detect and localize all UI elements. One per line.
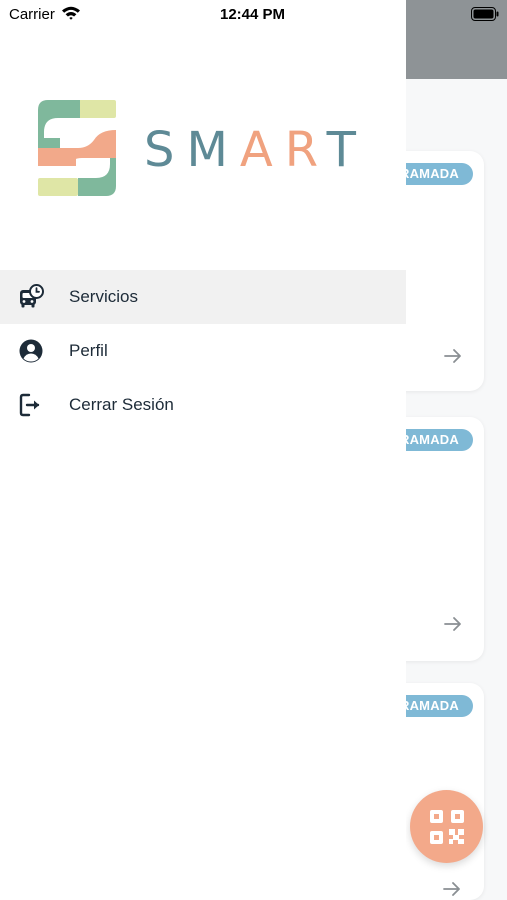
brand-letter: A [239, 122, 285, 178]
brand-wordmark: SMART [144, 122, 368, 178]
brand-letter: M [186, 122, 240, 178]
arrow-right-icon[interactable] [442, 345, 464, 367]
menu-item-label: Perfil [69, 341, 108, 360]
bus-clock-icon [20, 284, 44, 308]
status-bar: Carrier 12:44 PM [0, 0, 507, 28]
user-circle-icon [19, 339, 43, 363]
drawer-menu: Servicios Perfil Cerrar Sesión [0, 270, 406, 432]
menu-item-label: Servicios [69, 287, 138, 306]
menu-item-servicios[interactable]: Servicios [0, 270, 406, 324]
brand-letter: R [284, 122, 327, 178]
menu-item-cerrar-sesion[interactable]: Cerrar Sesión [0, 378, 406, 432]
qr-scan-button[interactable] [410, 790, 483, 863]
logout-icon [19, 393, 40, 417]
navigation-drawer: SMART Servicios Perfil Cerrar Sesión [0, 0, 406, 900]
carrier-label: Carrier [9, 6, 55, 23]
status-time: 12:44 PM [220, 6, 286, 23]
brand-letter: S [144, 122, 187, 178]
menu-item-label: Cerrar Sesión [69, 395, 174, 414]
arrow-right-icon[interactable] [442, 613, 464, 635]
qr-code-icon [429, 809, 464, 844]
arrow-right-icon[interactable] [441, 878, 463, 900]
battery-icon [471, 7, 499, 21]
brand-letter: T [326, 122, 368, 178]
wifi-icon [62, 6, 80, 20]
menu-item-perfil[interactable]: Perfil [0, 324, 406, 378]
